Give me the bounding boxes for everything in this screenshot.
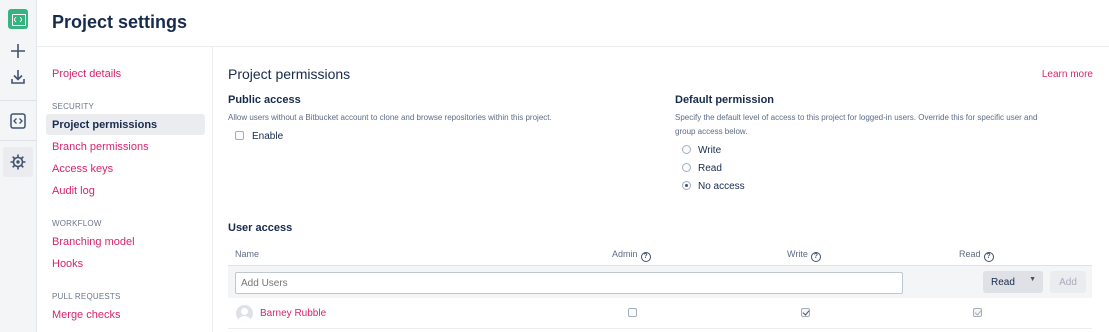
column-header-read-label: Read [959,249,981,259]
default-permission-description: Specify the default level of access to t… [675,113,1038,122]
public-access-description: Allow users without a Bitbucket account … [228,113,552,122]
learn-more-link[interactable]: Learn more [1042,69,1093,80]
avatar [236,305,253,322]
sidebar-heading-workflow: WORKFLOW [52,219,102,228]
column-header-write: Write? [787,249,821,262]
default-permission-no-access-label: No access [698,181,745,192]
public-access-enable-checkbox[interactable] [235,131,244,140]
permission-select[interactable]: Read ▼ [983,271,1043,293]
rail-divider [0,100,36,101]
column-header-admin: Admin? [612,249,651,262]
download-icon[interactable] [9,68,27,86]
page-title: Project settings [52,12,188,32]
sidebar-item-project-permissions[interactable]: Project permissions [52,119,157,131]
add-users-input[interactable] [235,272,903,294]
public-access-enable-label: Enable [252,131,284,142]
column-header-admin-label: Admin [612,249,638,259]
help-icon[interactable]: ? [983,252,994,262]
project-logo-icon[interactable] [8,9,28,29]
table-row-divider [228,328,1092,329]
column-header-name: Name [235,249,260,259]
sidebar-heading-pull-requests: PULL REQUESTS [52,292,121,301]
user-name-link[interactable]: Barney Rubble [260,308,326,319]
default-permission-read-label: Read [698,163,722,174]
default-permission-write-label: Write [698,145,722,156]
permission-select-value: Read [991,277,1015,288]
sidebar-item-audit-log[interactable]: Audit log [52,185,95,197]
plus-icon[interactable] [9,42,27,60]
column-header-write-label: Write [787,249,808,259]
column-header-read: Read? [959,249,994,262]
public-access-title: Public access [228,94,301,106]
user-read-checkbox [973,308,982,317]
default-permission-description-cont: group access below. [675,127,748,136]
default-permission-write-radio[interactable] [682,145,691,154]
default-permission-title: Default permission [675,94,775,106]
default-permission-no-access-radio[interactable] [682,181,691,190]
sidebar-divider [212,46,213,332]
sidebar-item-merge-checks[interactable]: Merge checks [52,309,120,321]
code-icon[interactable] [9,112,27,130]
default-permission-read-radio[interactable] [682,163,691,172]
sidebar-item-branch-permissions[interactable]: Branch permissions [52,141,149,153]
sidebar-item-project-details[interactable]: Project details [52,68,121,80]
global-sidebar [0,0,37,332]
section-title: Project permissions [228,66,351,82]
header-divider [37,46,1109,47]
sidebar-item-hooks[interactable]: Hooks [52,258,83,270]
sidebar-heading-security: SECURITY [52,102,95,111]
sidebar-item-branching-model[interactable]: Branching model [52,236,135,248]
add-user-button[interactable]: Add [1050,271,1086,293]
rail-divider [0,140,36,141]
user-write-checkbox[interactable] [801,308,810,317]
help-icon[interactable]: ? [810,252,821,262]
gear-icon[interactable] [9,153,27,171]
user-admin-checkbox[interactable] [628,308,637,317]
user-access-title: User access [228,222,293,234]
help-icon[interactable]: ? [640,252,651,262]
sidebar-item-access-keys[interactable]: Access keys [52,163,113,175]
chevron-down-icon: ▼ [1029,276,1036,283]
